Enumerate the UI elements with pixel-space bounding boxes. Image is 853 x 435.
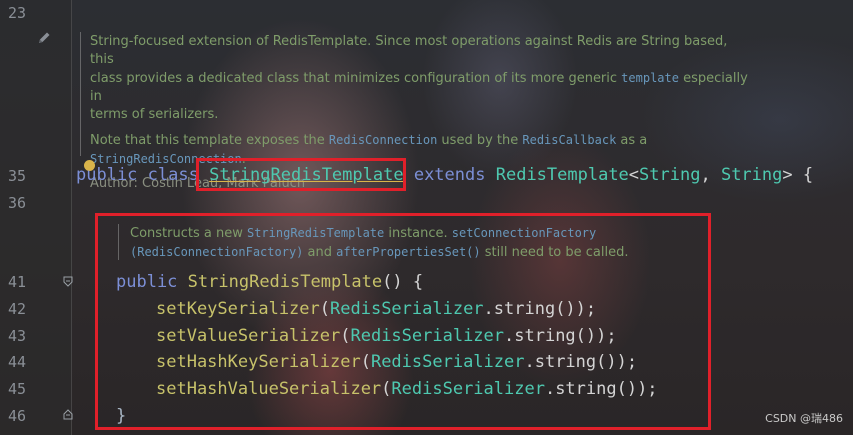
keyword: public	[76, 165, 138, 185]
constructor-name[interactable]: StringRedisTemplate	[188, 272, 382, 292]
doc-text: used by the	[437, 133, 523, 148]
ctor-doc-comment: Constructs a new StringRedisTemplate ins…	[130, 224, 690, 262]
doc-line: (RedisConnectionFactory) and afterProper…	[130, 243, 690, 262]
code-rest: .string());	[544, 379, 658, 399]
gutter-separator	[71, 0, 72, 435]
line-number: 46	[7, 407, 26, 425]
watermark: CSDN @瑞486	[765, 412, 843, 425]
doc-text: as a	[616, 133, 648, 148]
class-ref[interactable]: RedisSerializer	[350, 326, 504, 346]
punctuation: > {	[782, 165, 814, 185]
doc-code-ref[interactable]: setConnectionFactory	[452, 226, 597, 240]
fold-marker-icon[interactable]	[63, 409, 73, 420]
doc-code-ref[interactable]: template	[621, 71, 679, 85]
doc-comment-bar	[118, 224, 119, 260]
class-ref[interactable]: RedisSerializer	[330, 299, 484, 319]
keyword: class	[147, 165, 199, 185]
constructor-signature[interactable]: public StringRedisTemplate() {	[116, 271, 423, 293]
punctuation: <	[628, 165, 640, 185]
doc-line: Constructs a new StringRedisTemplate ins…	[130, 224, 690, 243]
doc-code-ref[interactable]: StringRedisTemplate	[247, 226, 384, 240]
class-ref[interactable]: RedisSerializer	[391, 379, 545, 399]
fold-marker-icon[interactable]	[63, 276, 73, 287]
doc-code-ref[interactable]: afterPropertiesSet()	[336, 245, 481, 259]
doc-line: Note that this template exposes the Redi…	[90, 131, 750, 150]
edit-pencil-icon[interactable]	[36, 30, 52, 46]
line-number: 42	[7, 300, 26, 318]
line-number: 35	[7, 167, 26, 185]
doc-line: String-focused extension of RedisTemplat…	[90, 34, 728, 67]
line-number: 44	[7, 353, 26, 371]
keyword: public	[116, 272, 178, 292]
doc-code-ref[interactable]: (RedisConnectionFactory)	[130, 245, 303, 259]
line-number: 23	[7, 4, 26, 22]
type-arg[interactable]: String	[721, 165, 782, 185]
code-line[interactable]: setValueSerializer(RedisSerializer.strin…	[156, 325, 617, 347]
keyword: extends	[413, 165, 486, 185]
doc-text: Constructs a new	[130, 226, 247, 241]
doc-text: class provides a dedicated class that mi…	[90, 71, 622, 86]
doc-code-ref[interactable]: RedisCallback	[522, 133, 616, 147]
punctuation: () {	[382, 272, 424, 292]
method-call[interactable]: setValueSerializer	[156, 326, 340, 346]
line-number: 43	[7, 327, 26, 345]
doc-text: Note that this template exposes the	[90, 133, 329, 148]
doc-line: class provides a dedicated class that mi…	[90, 69, 750, 106]
punctuation: ,	[700, 165, 721, 185]
line-number: 41	[7, 273, 26, 291]
line-number: 36	[7, 194, 26, 212]
code-rest: .string());	[524, 352, 638, 372]
code-rest: .string());	[504, 326, 617, 346]
code-rest: .string());	[483, 299, 597, 319]
doc-comment-bar	[80, 32, 81, 156]
method-call[interactable]: setHashKeySerializer	[156, 352, 361, 372]
doc-code-ref[interactable]: RedisConnection	[329, 133, 437, 147]
doc-line: terms of serializers.	[90, 107, 219, 122]
class-ref[interactable]: RedisSerializer	[371, 352, 525, 372]
closing-brace[interactable]: }	[116, 405, 126, 427]
method-call[interactable]: setKeySerializer	[156, 299, 320, 319]
code-line[interactable]: setHashKeySerializer(RedisSerializer.str…	[156, 351, 637, 373]
doc-text: instance.	[384, 226, 452, 241]
doc-text: and	[303, 245, 337, 260]
class-declaration[interactable]: public class String RedisTemplate extends…	[76, 164, 813, 186]
line-number: 45	[7, 380, 26, 398]
code-line[interactable]: setKeySerializer(RedisSerializer.string(…	[156, 298, 596, 320]
method-call[interactable]: setHashValueSerializer	[156, 379, 381, 399]
parent-class[interactable]: RedisTemplate	[496, 165, 629, 185]
class-name-highlight-box	[196, 158, 406, 191]
type-arg[interactable]: String	[639, 165, 700, 185]
code-line[interactable]: setHashValueSerializer(RedisSerializer.s…	[156, 378, 658, 400]
doc-text: still need to be called.	[480, 245, 629, 260]
